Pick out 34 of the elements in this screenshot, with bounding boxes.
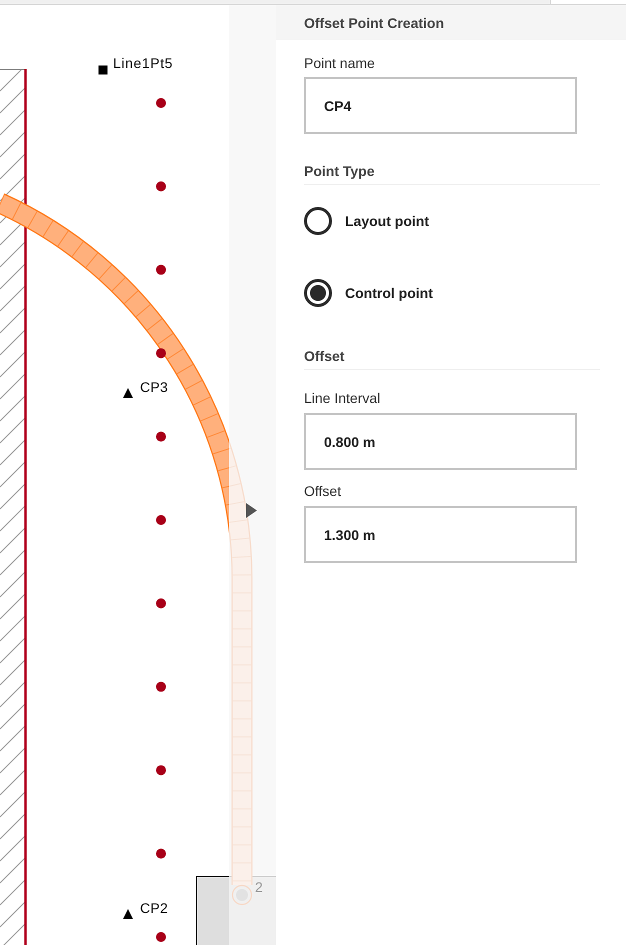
survey-dot xyxy=(156,765,166,776)
radio-option[interactable]: Layout point xyxy=(304,207,429,235)
triangle-marker-icon xyxy=(123,909,133,919)
survey-dot xyxy=(156,848,166,859)
survey-dot xyxy=(156,264,166,275)
point-label: Line1Pt5 xyxy=(113,55,174,71)
point-label: CP3 xyxy=(140,379,168,395)
survey-dot xyxy=(156,98,166,108)
circle-marker-icon xyxy=(232,884,252,906)
survey-dot xyxy=(156,515,166,525)
survey-dot xyxy=(156,682,166,692)
radio-button[interactable] xyxy=(304,207,332,235)
input-field[interactable]: 0.800 m xyxy=(304,413,577,470)
triangle-icon xyxy=(246,503,257,518)
radio-option[interactable]: Control point xyxy=(304,279,433,307)
section-heading: Point Type xyxy=(304,163,375,179)
survey-dot xyxy=(156,348,166,358)
point-label: CP2 xyxy=(140,900,168,916)
survey-dot xyxy=(156,432,166,442)
survey-dot xyxy=(156,598,166,608)
input-field[interactable]: CP4 xyxy=(304,77,577,134)
square-marker-icon xyxy=(98,66,108,74)
point-label: 2 xyxy=(255,879,264,895)
collapse-toggle[interactable] xyxy=(246,503,257,518)
survey-dot xyxy=(156,181,166,192)
panel-title: Offset Point Creation xyxy=(304,14,444,30)
section-heading: Offset xyxy=(304,348,344,364)
field-label: Point name xyxy=(304,55,375,71)
survey-dot xyxy=(156,932,166,942)
triangle-marker-icon xyxy=(123,388,133,398)
input-field[interactable]: 1.300 m xyxy=(304,506,577,563)
field-label: Offset xyxy=(304,483,342,499)
field-label: Line Interval xyxy=(304,390,380,406)
radio-button[interactable] xyxy=(304,279,332,307)
